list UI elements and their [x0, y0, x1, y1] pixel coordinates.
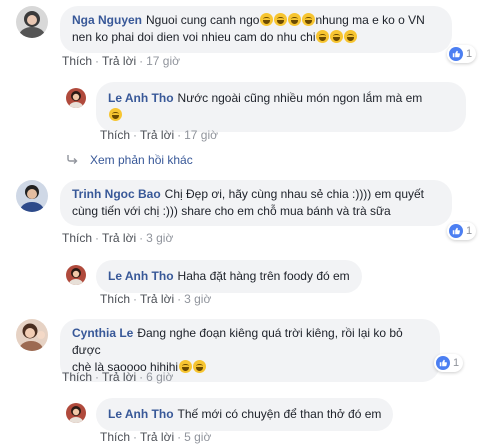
comment-actions: Thích · Trả lời · 17 giờ	[100, 128, 218, 142]
avatar[interactable]	[16, 319, 48, 351]
separator: ·	[177, 430, 182, 444]
comment-actions: Thích · Trả lời · 3 giờ	[100, 292, 211, 306]
comment-text: nhung ma e ko o VN	[315, 13, 425, 27]
separator: ·	[139, 54, 144, 68]
like-link[interactable]: Thích	[100, 128, 130, 142]
comment-author[interactable]: Cynthia Le	[72, 326, 133, 340]
laughing-emoji-icon	[287, 13, 301, 26]
laughing-emoji-icon	[330, 30, 344, 43]
comment-text: Thế mới có chuyện để than thở đó em	[177, 407, 382, 421]
reply-le-anh-tho: Le Anh Tho Nước ngoài cũng nhiều món ngon…	[66, 82, 466, 132]
separator: ·	[133, 292, 138, 306]
comment-text: cùng tiến với chị :))) share cho em chỗ …	[72, 204, 391, 218]
comment-text: nen ko phai doi dien voi nhieu cam do nh…	[72, 30, 316, 44]
separator: ·	[177, 292, 182, 306]
laughing-emoji-icon	[108, 108, 122, 121]
comment-bubble: Le Anh Tho Nước ngoài cũng nhiều món ngon…	[96, 82, 466, 132]
timestamp[interactable]: 3 giờ	[184, 292, 211, 306]
comment-bubble: Le Anh Tho Thế mới có chuyện để than thở …	[96, 398, 394, 431]
comment-actions: Thích · Trả lời · 17 giờ	[62, 54, 180, 68]
separator: ·	[95, 231, 100, 245]
avatar[interactable]	[16, 6, 48, 38]
comment-nga-nguyen: Nga Nguyen Nguoi cung canh ngo nhung ma e …	[16, 6, 452, 53]
like-icon	[436, 356, 450, 370]
like-icon	[449, 47, 463, 61]
comment-author[interactable]: Nga Nguyen	[72, 13, 142, 27]
comment-author[interactable]: Le Anh Tho	[108, 407, 174, 421]
separator: ·	[133, 430, 138, 444]
reply-link[interactable]: Trả lời	[102, 370, 136, 384]
reply-arrow-icon	[66, 154, 80, 167]
like-link[interactable]: Thích	[62, 370, 92, 384]
like-link[interactable]: Thích	[62, 54, 92, 68]
like-link[interactable]: Thích	[62, 231, 92, 245]
separator: ·	[139, 370, 144, 384]
laughing-emoji-icon	[259, 13, 273, 26]
laughing-emoji-icon	[192, 360, 206, 373]
like-icon	[449, 224, 463, 238]
comment-bubble: Nga Nguyen Nguoi cung canh ngo nhung ma e …	[60, 6, 452, 53]
comment-author[interactable]: Le Anh Tho	[108, 269, 174, 283]
like-link[interactable]: Thích	[100, 292, 130, 306]
reaction-count: 1	[453, 357, 460, 369]
avatar[interactable]	[66, 265, 86, 285]
laughing-emoji-icon	[316, 30, 330, 43]
timestamp[interactable]: 17 giờ	[146, 54, 180, 68]
comment-author[interactable]: Le Anh Tho	[108, 91, 174, 105]
comment-bubble: Le Anh Tho Haha đặt hàng trên foody đó em	[96, 260, 362, 293]
comment-author[interactable]: Trinh Ngoc Bao	[72, 187, 161, 201]
timestamp[interactable]: 5 giờ	[184, 430, 211, 444]
separator: ·	[177, 128, 182, 142]
comment-actions: Thích · Trả lời · 3 giờ	[62, 231, 173, 245]
reply-link[interactable]: Trả lời	[140, 128, 174, 142]
comment-trinh-ngoc-bao: Trinh Ngoc Bao Chị Đẹp ơi, hãy cùng nhau …	[16, 180, 452, 226]
avatar[interactable]	[66, 88, 86, 108]
more-replies-link[interactable]: Xem phản hồi khác	[66, 153, 193, 167]
laughing-emoji-icon	[301, 13, 315, 26]
comment-text: Haha đặt hàng trên foody đó em	[177, 269, 350, 283]
reply-link[interactable]: Trả lời	[140, 292, 174, 306]
reply-le-anh-tho: Le Anh Tho Haha đặt hàng trên foody đó em	[66, 260, 362, 293]
reaction-badge[interactable]: 1	[447, 222, 477, 240]
laughing-emoji-icon	[273, 13, 287, 26]
like-link[interactable]: Thích	[100, 430, 130, 444]
reaction-badge[interactable]: 1	[447, 45, 477, 63]
laughing-emoji-icon	[178, 360, 192, 373]
timestamp[interactable]: 3 giờ	[146, 231, 173, 245]
timestamp[interactable]: 17 giờ	[184, 128, 218, 142]
avatar[interactable]	[16, 180, 48, 212]
comment-bubble: Trinh Ngoc Bao Chị Đẹp ơi, hãy cùng nhau …	[60, 180, 452, 226]
reaction-count: 1	[466, 225, 473, 237]
reaction-count: 1	[466, 48, 473, 60]
avatar[interactable]	[66, 403, 86, 423]
separator: ·	[95, 54, 100, 68]
reply-link[interactable]: Trả lời	[102, 54, 136, 68]
reaction-badge[interactable]: 1	[434, 354, 464, 372]
laughing-emoji-icon	[344, 30, 358, 43]
reply-link[interactable]: Trả lời	[140, 430, 174, 444]
comment-text: Nguoi cung canh ngo	[146, 13, 260, 27]
separator: ·	[133, 128, 138, 142]
timestamp[interactable]: 6 giờ	[146, 370, 173, 384]
separator: ·	[139, 231, 144, 245]
comment-actions: Thích · Trả lời · 6 giờ	[62, 370, 173, 384]
comment-text: Nước ngoài cũng nhiều món ngon lắm mà em	[177, 91, 423, 105]
reply-le-anh-tho: Le Anh Tho Thế mới có chuyện để than thở …	[66, 398, 394, 431]
comment-actions: Thích · Trả lời · 5 giờ	[100, 430, 211, 444]
reply-link[interactable]: Trả lời	[102, 231, 136, 245]
comment-text: Chị Đẹp ơi, hãy cùng nhau sẻ chia :)))) …	[164, 187, 424, 201]
separator: ·	[95, 370, 100, 384]
more-replies-label: Xem phản hồi khác	[90, 153, 193, 167]
